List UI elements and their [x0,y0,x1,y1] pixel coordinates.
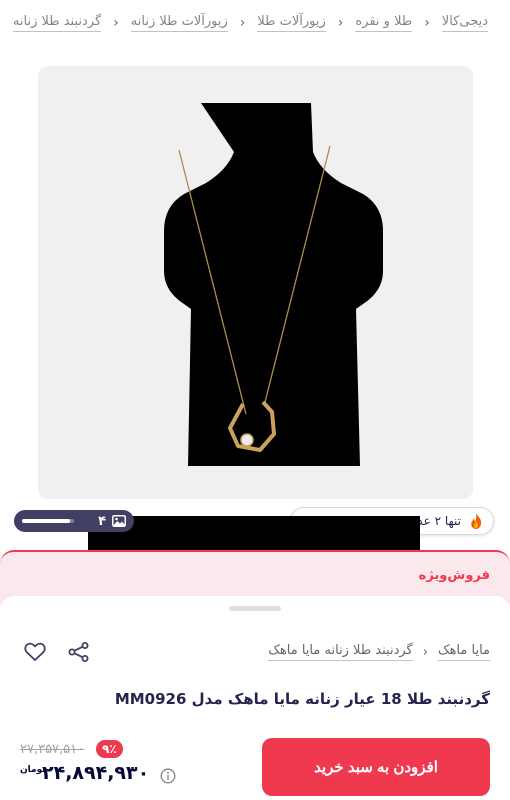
old-price: ۲۷,۳۵۷,۵۱۰ [20,742,85,757]
breadcrumb-item-gold-silver[interactable]: طلا و نقره [355,14,413,32]
product-image-gallery[interactable] [38,66,473,499]
brand-link[interactable]: مایا ماهک [437,643,490,661]
current-price: ۲۴,۸۹۴,۹۳۰ [42,762,150,784]
image-progress-track [22,519,74,523]
heart-icon[interactable] [24,642,46,662]
chevron-left-icon: ‹ [422,644,428,660]
breadcrumb-item-digikala[interactable]: دیجی‌کالا [441,14,488,32]
product-title: گردنبند طلا 18 عیار زنانه مایا ماهک مدل … [114,690,490,708]
add-to-cart-button[interactable]: افزودن به سبد خرید [262,738,490,796]
chevron-left-icon: ‹ [337,15,344,31]
chevron-left-icon: ‹ [239,15,246,31]
image-count-indicator[interactable]: ۴ [14,510,134,532]
special-sale-label: فروش‌ویژه [418,568,490,583]
chevron-left-icon: ‹ [424,15,430,31]
image-icon [112,515,126,527]
product-image [164,103,383,466]
product-actions [24,642,90,662]
currency-label: تومان [20,765,46,775]
price-box: ۲۷,۳۵۷,۵۱۰ ۹٪ تومان ۲۴,۸۹۴,۹۳۰ [18,740,248,796]
image-count-number: ۴ [98,513,106,529]
sheet-drag-handle[interactable] [229,606,281,611]
breadcrumb-item-gold-jewelry[interactable]: زیورآلات طلا [257,14,326,32]
category-link[interactable]: گردنبند طلا زنانه مایا ماهک [268,643,413,661]
media-strip [88,516,420,550]
fire-icon [471,513,482,529]
image-progress-fill [22,519,70,523]
breadcrumb-item-women-gold-necklace[interactable]: گردنبند طلا زنانه [12,14,102,32]
breadcrumb-item-women-gold-jewelry[interactable]: زیورآلات طلا زنانه [130,14,228,32]
chevron-left-icon: ‹ [113,15,119,31]
info-icon[interactable] [160,768,176,784]
product-tags-row: مایا ماهک ‹ گردنبند طلا زنانه مایا ماهک [24,640,490,664]
breadcrumb: دیجی‌کالا ‹ طلا و نقره ‹ زیورآلات طلا ‹ … [0,10,488,36]
share-icon[interactable] [68,642,90,662]
discount-badge: ۹٪ [96,740,123,758]
